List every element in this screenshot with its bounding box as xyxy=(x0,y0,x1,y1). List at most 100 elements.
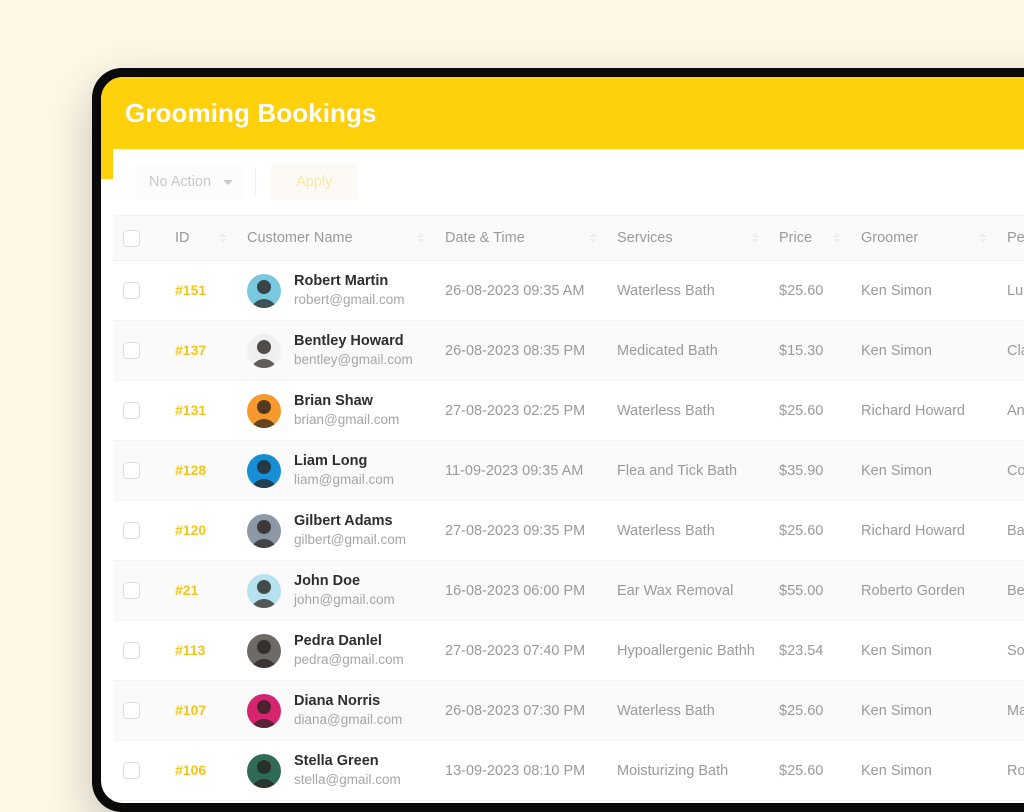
row-checkbox[interactable] xyxy=(123,522,140,539)
cell-datetime: 27-08-2023 07:40 PM xyxy=(435,620,607,681)
table-row[interactable]: #21 John Doe john@gmail.com 16-08-2023 06:0… xyxy=(113,560,1024,621)
cell-id: #137 xyxy=(165,320,237,381)
customer-email: brian@gmail.com xyxy=(294,412,400,428)
table-header-row: ID Customer Name Date & Time Services Pr… xyxy=(113,215,1024,261)
customer-email: john@gmail.com xyxy=(294,592,395,608)
cell-pet: Bailey xyxy=(997,500,1024,561)
customer-name: Bentley Howard xyxy=(294,333,404,349)
bulk-action-label: No Action xyxy=(149,174,212,190)
row-checkbox[interactable] xyxy=(123,762,140,779)
avatar xyxy=(247,393,281,428)
booking-id-link[interactable]: #113 xyxy=(175,642,205,658)
row-select-cell xyxy=(113,260,165,321)
row-checkbox[interactable] xyxy=(123,702,140,719)
cell-groomer: Ken Simon xyxy=(851,680,997,741)
header-groomer-label: Groomer xyxy=(861,230,919,246)
booking-id-link[interactable]: #131 xyxy=(175,402,206,418)
row-select-cell xyxy=(113,500,165,561)
header-date-time[interactable]: Date & Time xyxy=(435,215,607,261)
header-customer-name[interactable]: Customer Name xyxy=(237,215,435,261)
cell-id: #21 xyxy=(165,560,237,621)
cell-pet: Luna xyxy=(997,260,1024,321)
cell-datetime: 26-08-2023 08:35 PM xyxy=(435,320,607,381)
customer-name: Pedra Danlel xyxy=(294,633,382,649)
table-row[interactable]: #131 Brian Shaw brian@gmail.com 27-08-2023 … xyxy=(113,380,1024,441)
customer-email: stella@gmail.com xyxy=(294,772,401,788)
header-date-time-label: Date & Time xyxy=(445,230,525,246)
cell-customer: Bentley Howard bentley@gmail.com xyxy=(237,320,435,381)
booking-id-link[interactable]: #107 xyxy=(175,702,206,718)
booking-id-link[interactable]: #137 xyxy=(175,342,206,358)
cell-service: Waterless Bath xyxy=(607,680,769,741)
row-checkbox[interactable] xyxy=(123,402,140,419)
row-checkbox[interactable] xyxy=(123,582,140,599)
header-groomer[interactable]: Groomer xyxy=(851,215,997,261)
sort-icon[interactable] xyxy=(589,233,597,243)
row-checkbox[interactable] xyxy=(123,462,140,479)
booking-id-link[interactable]: #120 xyxy=(175,522,206,538)
app-header: Grooming Bookings xyxy=(101,77,1024,149)
cell-pet: Sophie xyxy=(997,620,1024,681)
customer-name: Liam Long xyxy=(294,453,368,469)
cell-service: Waterless Bath xyxy=(607,260,769,321)
header-price[interactable]: Price xyxy=(769,215,851,261)
cell-datetime: 16-08-2023 06:00 PM xyxy=(435,560,607,621)
customer-name: Stella Green xyxy=(294,753,379,769)
row-checkbox[interactable] xyxy=(123,342,140,359)
cell-pet: Max xyxy=(997,680,1024,741)
cell-pet: Rocky xyxy=(997,740,1024,801)
cell-pet: Bear xyxy=(997,560,1024,621)
header-id[interactable]: ID xyxy=(165,215,237,261)
cell-customer: Brian Shaw brian@gmail.com xyxy=(237,380,435,441)
sort-icon[interactable] xyxy=(979,233,987,243)
customer-email: robert@gmail.com xyxy=(294,292,405,308)
booking-id-link[interactable]: #106 xyxy=(175,762,206,778)
cell-service: Waterless Bath xyxy=(607,380,769,441)
table-row[interactable]: #120 Gilbert Adams gilbert@gmail.com 27-08-… xyxy=(113,500,1024,561)
cell-groomer: Richard Howard xyxy=(851,380,997,441)
cell-service: Waterless Bath xyxy=(607,500,769,561)
bulk-action-select[interactable]: No Action xyxy=(135,165,246,199)
cell-price: $25.60 xyxy=(769,680,851,741)
customer-name: Robert Martin xyxy=(294,273,389,289)
table-row[interactable]: #137 Bentley Howard bentley@gmail.com 26-08… xyxy=(113,320,1024,381)
avatar xyxy=(247,453,281,488)
sort-icon[interactable] xyxy=(219,233,227,243)
row-select-cell xyxy=(113,620,165,681)
header-pet-label: Pet xyxy=(1007,230,1024,246)
header-accent-strip xyxy=(101,149,113,179)
booking-id-link[interactable]: #151 xyxy=(175,282,206,298)
booking-id-link[interactable]: #128 xyxy=(175,462,206,478)
table-row[interactable]: #128 Liam Long liam@gmail.com 11-09-2023 09… xyxy=(113,440,1024,501)
header-pet[interactable]: Pet xyxy=(997,215,1024,261)
sort-icon[interactable] xyxy=(417,233,425,243)
cell-customer: Diana Norris diana@gmail.com xyxy=(237,680,435,741)
header-services[interactable]: Services xyxy=(607,215,769,261)
customer-email: pedra@gmail.com xyxy=(294,652,404,668)
avatar xyxy=(247,693,281,728)
bookings-table-body: #151 Robert Martin robert@gmail.com 26-08-2… xyxy=(113,260,1024,801)
row-select-cell xyxy=(113,740,165,801)
table-row[interactable]: #107 Diana Norris diana@gmail.com 26-08-202… xyxy=(113,680,1024,741)
header-price-label: Price xyxy=(779,230,813,246)
cell-customer: John Doe john@gmail.com xyxy=(237,560,435,621)
bookings-table-scroll[interactable]: ID Customer Name Date & Time Services Pr… xyxy=(113,215,1024,803)
cell-service: Ear Wax Removal xyxy=(607,560,769,621)
table-row[interactable]: #106 Stella Green stella@gmail.com 13-09-20… xyxy=(113,740,1024,801)
device-screen: Grooming Bookings No Action Apply ID Cus… xyxy=(101,77,1024,803)
content-card: No Action Apply ID Customer Name Date & … xyxy=(113,149,1024,803)
booking-id-link[interactable]: #21 xyxy=(175,582,198,598)
sort-icon[interactable] xyxy=(833,233,841,243)
sort-icon[interactable] xyxy=(751,233,759,243)
apply-button[interactable]: Apply xyxy=(270,164,359,200)
cell-groomer: Ken Simon xyxy=(851,440,997,501)
row-checkbox[interactable] xyxy=(123,642,140,659)
row-checkbox[interactable] xyxy=(123,282,140,299)
toolbar-divider xyxy=(255,167,257,197)
customer-email: bentley@gmail.com xyxy=(294,352,413,368)
select-all-checkbox[interactable] xyxy=(123,229,140,247)
cell-id: #113 xyxy=(165,620,237,681)
cell-groomer: Ken Simon xyxy=(851,620,997,681)
table-row[interactable]: #113 Pedra Danlel pedra@gmail.com 27-08-202… xyxy=(113,620,1024,681)
table-row[interactable]: #151 Robert Martin robert@gmail.com 26-08-2… xyxy=(113,260,1024,321)
